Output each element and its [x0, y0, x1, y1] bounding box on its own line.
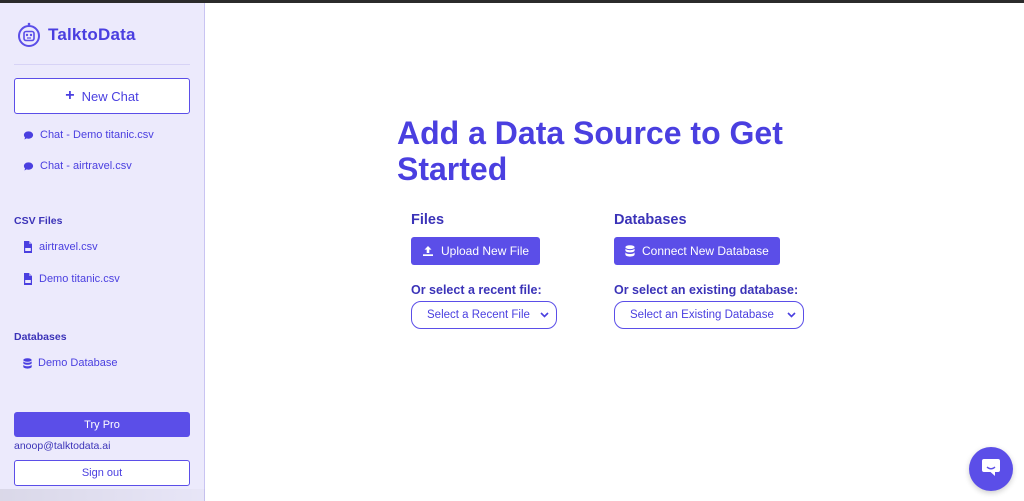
- csv-file-icon: [23, 241, 33, 253]
- csv-item-label: airtravel.csv: [39, 241, 98, 253]
- brand-name: TalktoData: [48, 25, 136, 44]
- app-window: TalktoData + New Chat Chat - Demo titani…: [0, 3, 1024, 501]
- csv-files-heading: CSV Files: [14, 215, 63, 227]
- support-chat-button[interactable]: [969, 447, 1013, 491]
- sidebar-csv-item[interactable]: airtravel.csv: [23, 239, 98, 255]
- user-email: anoop@talktodata.ai: [14, 440, 111, 452]
- sidebar-bottom-shade: [0, 489, 205, 501]
- database-icon: [23, 357, 32, 369]
- upload-button-label: Upload New File: [441, 244, 530, 258]
- chevron-down-icon: [787, 312, 796, 318]
- brand-logo[interactable]: TalktoData: [16, 21, 136, 49]
- existing-database-select-value: Select an Existing Database: [630, 309, 774, 321]
- chat-icon: [23, 161, 34, 172]
- recent-file-select-value: Select a Recent File: [427, 309, 530, 321]
- recent-file-select[interactable]: Select a Recent File: [411, 301, 557, 329]
- robot-logo-icon: [16, 22, 42, 48]
- sidebar-chat-item[interactable]: Chat - airtravel.csv: [23, 158, 132, 174]
- csv-item-label: Demo titanic.csv: [39, 273, 120, 285]
- existing-database-select[interactable]: Select an Existing Database: [614, 301, 804, 329]
- sidebar-csv-item[interactable]: Demo titanic.csv: [23, 271, 120, 287]
- chat-icon: [23, 130, 34, 141]
- chat-item-label: Chat - Demo titanic.csv: [40, 129, 154, 141]
- sidebar: TalktoData + New Chat Chat - Demo titani…: [0, 3, 205, 501]
- chevron-down-icon: [540, 312, 549, 318]
- databases-heading: Databases: [14, 331, 67, 343]
- connect-new-database-button[interactable]: Connect New Database: [614, 237, 780, 265]
- chat-bubble-icon: [980, 456, 1002, 483]
- existing-database-label: Or select an existing database:: [614, 283, 799, 297]
- connect-button-label: Connect New Database: [642, 244, 769, 258]
- upload-icon: [422, 245, 434, 257]
- csv-file-icon: [23, 273, 33, 285]
- recent-file-label: Or select a recent file:: [411, 283, 542, 297]
- sidebar-database-item[interactable]: Demo Database: [23, 355, 118, 371]
- upload-new-file-button[interactable]: Upload New File: [411, 237, 541, 265]
- files-heading: Files: [411, 212, 445, 228]
- new-chat-label: New Chat: [81, 88, 139, 104]
- sidebar-chat-item[interactable]: Chat - Demo titanic.csv: [23, 127, 154, 143]
- database-item-label: Demo Database: [38, 357, 118, 369]
- chat-item-label: Chat - airtravel.csv: [40, 160, 132, 172]
- databases-column-heading: Databases: [614, 212, 687, 228]
- database-icon: [625, 245, 635, 257]
- plus-icon: +: [65, 87, 75, 104]
- page-title: Add a Data Source to Get Started: [397, 115, 783, 187]
- brand-divider: [14, 64, 190, 65]
- new-chat-button[interactable]: + New Chat: [14, 78, 190, 114]
- try-pro-button[interactable]: Try Pro: [14, 412, 190, 437]
- sign-out-button[interactable]: Sign out: [14, 460, 190, 486]
